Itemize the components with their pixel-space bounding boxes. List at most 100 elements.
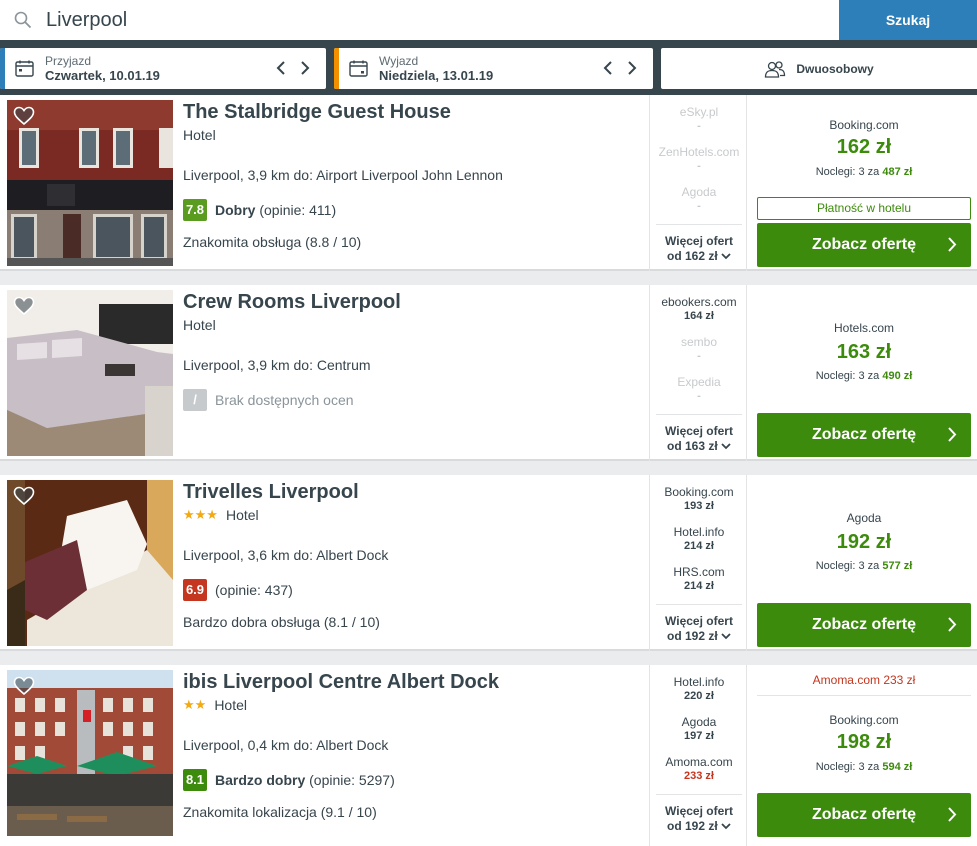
view-offer-label: Zobacz ofertę (811, 616, 916, 633)
chevron-right-icon[interactable] (298, 59, 312, 77)
offer-item[interactable]: HRS.com 214 zł (650, 565, 748, 593)
more-offers-link[interactable]: Więcej ofert od 162 zł (656, 224, 742, 264)
offer-price: - (697, 390, 701, 402)
more-offers-link[interactable]: Więcej ofert od 163 zł (656, 414, 742, 454)
star-rating: ★★ (183, 697, 207, 712)
hotel-location[interactable]: Liverpool, 0,4 km do: Albert Dock (183, 737, 388, 753)
nights-prefix: Noclegi: 3 za (815, 166, 880, 178)
hotel-card[interactable]: The Stalbridge Guest House Hotel Liverpo… (0, 95, 977, 271)
offer-item[interactable]: Agoda - (650, 185, 748, 213)
view-offer-button[interactable]: Zobacz ofertę (757, 223, 971, 267)
deal-nights: Noclegi: 3 za 594 zł (757, 761, 971, 773)
room-type-selector[interactable]: Dwuosobowy (661, 48, 977, 89)
hotel-photo[interactable] (7, 480, 173, 646)
offer-item[interactable]: Hotel.info 220 zł (650, 675, 748, 703)
rating-word: Bardzo dobry (215, 772, 306, 788)
chevron-right-icon (948, 237, 957, 252)
search-button[interactable]: Szukaj (839, 0, 977, 40)
view-offer-button[interactable]: Zobacz ofertę (757, 793, 971, 837)
other-offers: eSky.pl - ZenHotels.com - Agoda - Więcej of… (649, 95, 747, 271)
offer-price: 220 zł (684, 690, 714, 702)
view-offer-button[interactable]: Zobacz ofertę (757, 413, 971, 457)
hotel-card[interactable]: Crew Rooms Liverpool Hotel Liverpool, 3,… (0, 285, 977, 461)
deal-price[interactable]: 192 zł (757, 531, 971, 554)
offer-item[interactable]: sembo - (650, 335, 748, 363)
offer-item[interactable]: Agoda 197 zł (650, 715, 748, 743)
checkin-value: Czwartek, 10.01.19 (45, 68, 160, 83)
hotel-location[interactable]: Liverpool, 3,9 km do: Airport Liverpool … (183, 167, 503, 183)
deal-price[interactable]: 198 zł (757, 731, 971, 754)
offer-item[interactable]: Booking.com 193 zł (650, 485, 748, 513)
hotel-rating: / Brak dostępnych ocen (183, 389, 354, 411)
rating-score-badge: / (183, 389, 207, 411)
rating-reviews: Brak dostępnych ocen (215, 392, 354, 408)
more-offers-price: od 192 zł (666, 819, 718, 833)
offer-site: Agoda (681, 715, 717, 729)
hotel-card[interactable]: Trivelles Liverpool ★★★ Hotel Liverpool, … (0, 475, 977, 651)
hotel-rating[interactable]: 8.1 Bardzo dobry (opinie: 5297) (183, 769, 395, 791)
hotel-highlight: Znakomita lokalizacja (9.1 / 10) (183, 804, 377, 820)
checkout-label: Wyjazd (379, 54, 419, 68)
offer-item[interactable]: Hotel.info 214 zł (650, 525, 748, 553)
alternative-offer[interactable]: Amoma.com 233 zł (757, 673, 971, 696)
room-type-label: Dwuosobowy (796, 61, 874, 76)
more-offers-label: Więcej ofert (665, 234, 733, 248)
pay-at-hotel-badge: Płatność w hotelu (757, 197, 971, 220)
offer-site: Expedia (677, 375, 721, 389)
hotel-location[interactable]: Liverpool, 3,6 km do: Albert Dock (183, 547, 388, 563)
best-deal: Amoma.com 233 zł Booking.com 198 zł Nocl… (757, 665, 971, 841)
rating-score-badge: 8.1 (183, 769, 207, 791)
checkout-date-picker[interactable]: Wyjazd Niedziela, 13.01.19 (334, 48, 653, 89)
hotel-photo[interactable] (7, 100, 173, 266)
checkin-date-picker[interactable]: Przyjazd Czwartek, 10.01.19 (0, 48, 326, 89)
deal-price[interactable]: 162 zł (757, 136, 971, 159)
heart-icon[interactable] (13, 106, 35, 126)
hotel-name[interactable]: Crew Rooms Liverpool (183, 291, 401, 314)
hotel-photo[interactable] (7, 670, 173, 836)
more-offers-link[interactable]: Więcej ofert od 192 zł (656, 794, 742, 834)
rating-score-badge: 6.9 (183, 579, 207, 601)
best-deal: Booking.com 162 zł Noclegi: 3 za 487 zł … (757, 95, 971, 271)
more-offers-link[interactable]: Więcej ofert od 192 zł (656, 604, 742, 644)
hotel-rating[interactable]: 7.8 Dobry (opinie: 411) (183, 199, 336, 221)
hotel-name[interactable]: ibis Liverpool Centre Albert Dock (183, 671, 499, 694)
more-offers-label: Więcej ofert (665, 614, 733, 628)
hotel-card[interactable]: ibis Liverpool Centre Albert Dock ★★ Hote… (0, 665, 977, 846)
nights-total: 594 zł (882, 761, 913, 773)
offer-price: 164 zł (684, 310, 714, 322)
heart-icon[interactable] (13, 486, 35, 506)
rating-reviews: (opinie: 437) (215, 582, 293, 598)
heart-icon[interactable] (13, 676, 35, 696)
chevron-right-icon[interactable] (625, 59, 639, 77)
chevron-left-icon[interactable] (274, 59, 288, 77)
offer-item[interactable]: eSky.pl - (650, 105, 748, 133)
best-deal: Agoda 192 zł Noclegi: 3 za 577 zł Zobacz… (757, 475, 971, 651)
hotel-name[interactable]: Trivelles Liverpool (183, 481, 359, 504)
hotel-type-label: Hotel (214, 697, 247, 713)
deal-price[interactable]: 163 zł (757, 341, 971, 364)
offer-price: - (697, 350, 701, 362)
calendar-icon (349, 60, 368, 77)
offer-item[interactable]: ZenHotels.com - (650, 145, 748, 173)
offer-item[interactable]: Amoma.com 233 zł (650, 755, 748, 783)
view-offer-label: Zobacz ofertę (811, 426, 916, 443)
more-offers-label: Więcej ofert (665, 424, 733, 438)
offer-item[interactable]: Expedia - (650, 375, 748, 403)
hotel-type: ★★ Hotel (183, 697, 247, 713)
search-input[interactable] (0, 0, 839, 40)
heart-icon[interactable] (13, 296, 35, 316)
more-offers-price: od 163 zł (666, 439, 718, 453)
deal-nights: Noclegi: 3 za 487 zł (757, 166, 971, 178)
hotel-rating[interactable]: 6.9 (opinie: 437) (183, 579, 293, 601)
offer-item[interactable]: ebookers.com 164 zł (650, 295, 748, 323)
rating-reviews: (opinie: 5297) (309, 772, 395, 788)
view-offer-button[interactable]: Zobacz ofertę (757, 603, 971, 647)
chevron-left-icon[interactable] (601, 59, 615, 77)
checkout-accent-stripe (334, 48, 339, 89)
hotel-photo[interactable] (7, 290, 173, 456)
search-icon (14, 11, 32, 29)
hotel-location[interactable]: Liverpool, 3,9 km do: Centrum (183, 357, 371, 373)
hotel-type: Hotel (183, 317, 216, 333)
hotel-name[interactable]: The Stalbridge Guest House (183, 101, 451, 124)
nights-prefix: Noclegi: 3 za (815, 560, 880, 572)
